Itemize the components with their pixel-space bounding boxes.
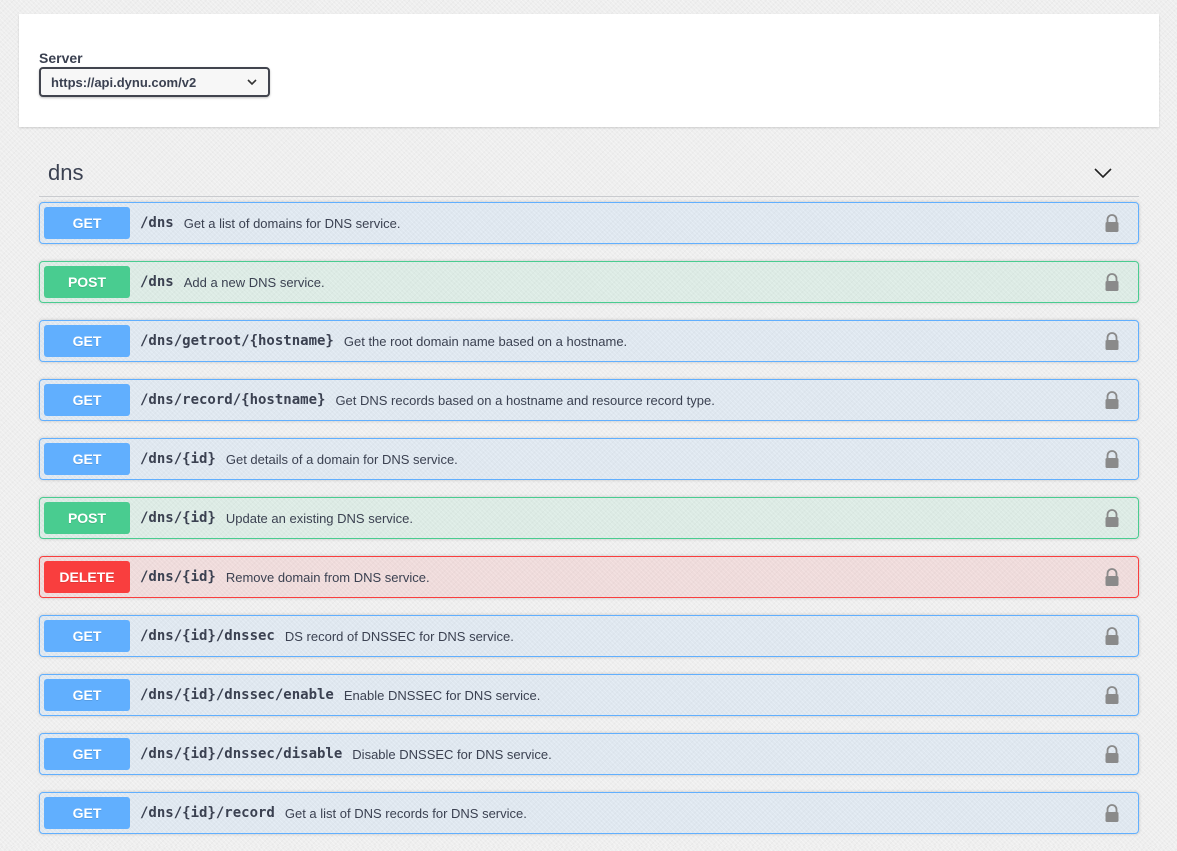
operation-summary: Enable DNSSEC for DNS service. xyxy=(343,687,541,703)
operation-summary: Get a list of DNS records for DNS servic… xyxy=(284,805,527,821)
tag-header-dns[interactable]: dns xyxy=(39,150,1139,197)
operation-summary: Remove domain from DNS service. xyxy=(225,569,430,585)
operation-row[interactable]: GET/dns/{id}/dnssec/disable Disable DNSSE… xyxy=(39,733,1139,775)
lock-icon[interactable] xyxy=(1102,744,1122,764)
operation-path: /dns/{id}/record xyxy=(140,805,275,821)
operation-summary: Disable DNSSEC for DNS service. xyxy=(352,746,552,762)
tag-section: dns GET/dns Get a list of domains for DNS… xyxy=(39,150,1139,834)
operation-summary: Get details of a domain for DNS service. xyxy=(225,451,458,467)
method-badge: GET xyxy=(44,620,130,652)
lock-icon[interactable] xyxy=(1102,567,1122,587)
lock-icon[interactable] xyxy=(1102,803,1122,823)
server-select-value: https://api.dynu.com/v2 xyxy=(51,74,197,90)
operation-path: /dns/record/{hostname} xyxy=(140,392,326,408)
server-label: Server xyxy=(39,50,83,66)
operation-row[interactable]: POST/dns/{id} Update an existing DNS serv… xyxy=(39,497,1139,539)
scheme-container: Server https://api.dynu.com/v2 xyxy=(19,14,1159,127)
operation-summary: Get a list of domains for DNS service. xyxy=(183,215,401,231)
tag-title: dns xyxy=(48,160,84,185)
operation-row[interactable]: GET/dns/{id}/dnssec DS record of DNSSEC f… xyxy=(39,615,1139,657)
lock-icon[interactable] xyxy=(1102,213,1122,233)
operation-path: /dns/getroot/{hostname} xyxy=(140,333,334,349)
operation-path: /dns/{id}/dnssec/disable xyxy=(140,746,343,762)
operation-summary: DS record of DNSSEC for DNS service. xyxy=(284,628,514,644)
lock-icon[interactable] xyxy=(1102,272,1122,292)
method-badge: DELETE xyxy=(44,561,130,593)
operation-summary: Add a new DNS service. xyxy=(183,274,325,290)
method-badge: GET xyxy=(44,797,130,829)
method-badge: GET xyxy=(44,679,130,711)
operation-summary: Get the root domain name based on a host… xyxy=(343,333,628,349)
lock-icon[interactable] xyxy=(1102,685,1122,705)
operation-path: /dns xyxy=(140,215,174,231)
chevron-down-icon xyxy=(247,79,257,86)
chevron-down-icon[interactable] xyxy=(1093,163,1113,183)
operation-row[interactable]: GET/dns/getroot/{hostname} Get the root d… xyxy=(39,320,1139,362)
operation-row[interactable]: GET/dns Get a list of domains for DNS ser… xyxy=(39,202,1139,244)
lock-icon[interactable] xyxy=(1102,449,1122,469)
operations-list: GET/dns Get a list of domains for DNS ser… xyxy=(39,202,1139,851)
operation-path: /dns/{id} xyxy=(140,451,216,467)
method-badge: POST xyxy=(44,502,130,534)
operation-path: /dns/{id}/dnssec/enable xyxy=(140,687,334,703)
method-badge: GET xyxy=(44,443,130,475)
operation-row[interactable]: GET/dns/record/{hostname} Get DNS records… xyxy=(39,379,1139,421)
operation-row[interactable]: DELETE/dns/{id} Remove domain from DNS se… xyxy=(39,556,1139,598)
server-select[interactable]: https://api.dynu.com/v2 xyxy=(39,67,270,97)
operation-path: /dns xyxy=(140,274,174,290)
lock-icon[interactable] xyxy=(1102,508,1122,528)
operation-summary: Update an existing DNS service. xyxy=(225,510,414,526)
lock-icon[interactable] xyxy=(1102,390,1122,410)
operation-row[interactable]: GET/dns/{id}/record Get a list of DNS rec… xyxy=(39,792,1139,834)
method-badge: GET xyxy=(44,384,130,416)
method-badge: GET xyxy=(44,207,130,239)
operation-path: /dns/{id}/dnssec xyxy=(140,628,275,644)
lock-icon[interactable] xyxy=(1102,626,1122,646)
operation-path: /dns/{id} xyxy=(140,510,216,526)
lock-icon[interactable] xyxy=(1102,331,1122,351)
method-badge: GET xyxy=(44,738,130,770)
method-badge: POST xyxy=(44,266,130,298)
operation-row[interactable]: GET/dns/{id} Get details of a domain for … xyxy=(39,438,1139,480)
method-badge: GET xyxy=(44,325,130,357)
operation-summary: Get DNS records based on a hostname and … xyxy=(335,392,715,408)
operation-path: /dns/{id} xyxy=(140,569,216,585)
operation-row[interactable]: GET/dns/{id}/dnssec/enable Enable DNSSEC … xyxy=(39,674,1139,716)
operation-row[interactable]: POST/dns Add a new DNS service. xyxy=(39,261,1139,303)
